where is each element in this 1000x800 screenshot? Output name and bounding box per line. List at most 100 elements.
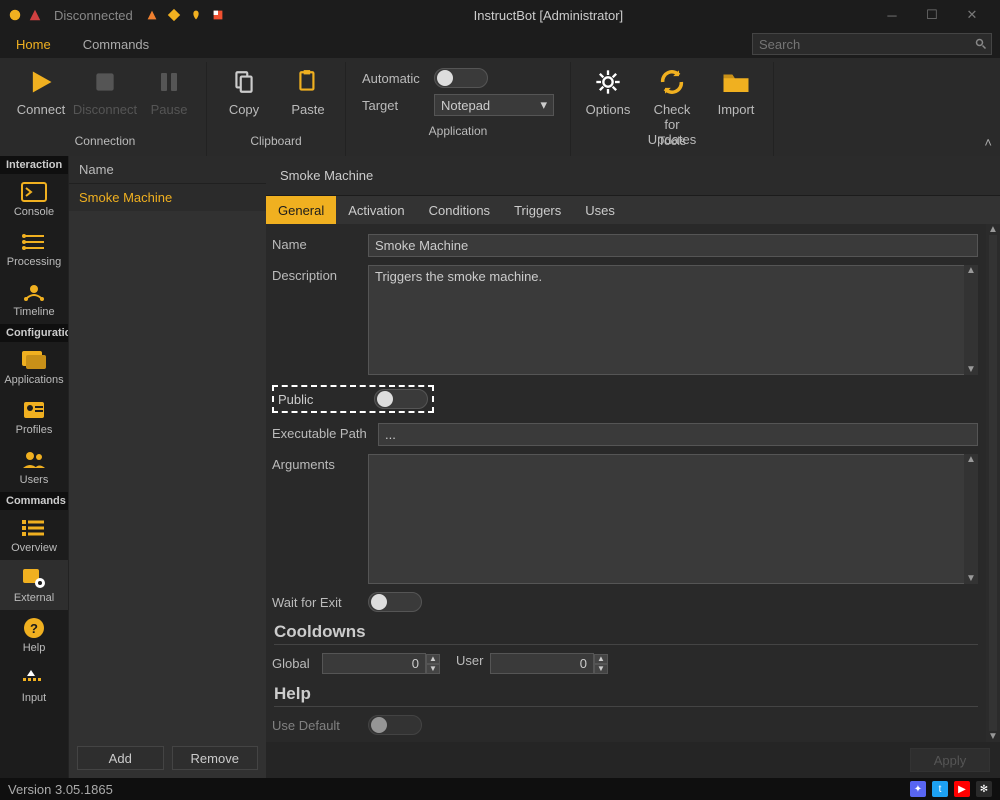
ribbon-group-connection: Connect Disconnect Pause Connection <box>4 62 207 156</box>
sidebar-section-commands: Commands <box>0 492 68 510</box>
description-scrollbar[interactable]: ▲▼ <box>964 265 978 375</box>
spin-up[interactable]: ▲ <box>426 654 440 664</box>
connect-button[interactable]: Connect <box>16 62 66 117</box>
svg-text:?: ? <box>30 621 38 636</box>
use-default-toggle[interactable] <box>368 715 422 735</box>
spin-up[interactable]: ▲ <box>594 654 608 664</box>
detail-tabs: General Activation Conditions Triggers U… <box>266 196 1000 224</box>
help-header: Help <box>274 684 978 707</box>
folder-icon <box>720 66 752 98</box>
sidebar-item-console[interactable]: Console <box>0 174 68 224</box>
tab-uses[interactable]: Uses <box>573 196 627 224</box>
toolbar-icon-2[interactable] <box>167 8 181 22</box>
version-label: Version 3.05.1865 <box>8 782 113 797</box>
user-label: User <box>450 653 480 668</box>
import-button[interactable]: Import <box>711 62 761 117</box>
sidebar: Interaction Console Processing Timeline … <box>0 156 68 778</box>
paste-button[interactable]: Paste <box>283 62 333 117</box>
ribbon: Connect Disconnect Pause Connection Copy… <box>0 58 1000 156</box>
sidebar-item-profiles[interactable]: Profiles <box>0 392 68 442</box>
wait-label: Wait for Exit <box>272 592 358 610</box>
name-label: Name <box>272 234 358 252</box>
toolbar-icon-4[interactable] <box>211 8 225 22</box>
app-icon <box>8 8 22 22</box>
tab-general[interactable]: General <box>266 196 336 224</box>
profile-icon <box>20 398 48 422</box>
sidebar-item-processing[interactable]: Processing <box>0 224 68 274</box>
arguments-label: Arguments <box>272 454 358 472</box>
misc-icon[interactable]: ✻ <box>976 781 992 797</box>
refresh-icon <box>656 66 688 98</box>
paste-icon <box>292 66 324 98</box>
global-input[interactable]: ▲▼ <box>322 653 440 674</box>
remove-button[interactable]: Remove <box>172 746 259 770</box>
form-scrollbar[interactable]: ▲▼ <box>986 224 1000 742</box>
user-input[interactable]: ▲▼ <box>490 653 608 674</box>
automatic-label: Automatic <box>362 71 424 86</box>
sidebar-section-interaction: Interaction <box>0 156 68 174</box>
name-input[interactable] <box>368 234 978 257</box>
sidebar-item-users[interactable]: Users <box>0 442 68 492</box>
wait-toggle[interactable] <box>368 592 422 612</box>
tab-triggers[interactable]: Triggers <box>502 196 573 224</box>
ribbon-group-application: Automatic Target Notepad ▾ Application <box>346 62 571 156</box>
copy-button[interactable]: Copy <box>219 62 269 117</box>
overview-icon <box>20 516 48 540</box>
sidebar-section-configuration: Configuration <box>0 324 68 342</box>
toolbar-icon-3[interactable] <box>189 8 203 22</box>
options-button[interactable]: Options <box>583 62 633 117</box>
sidebar-item-help[interactable]: ?Help <box>0 610 68 660</box>
detail-title: Smoke Machine <box>266 156 1000 196</box>
exec-input[interactable] <box>378 423 978 446</box>
play-icon <box>25 66 57 98</box>
minimize-button[interactable]: ─ <box>872 0 912 30</box>
public-label: Public <box>278 392 364 407</box>
list-header: Name <box>69 156 266 184</box>
sidebar-item-overview[interactable]: Overview <box>0 510 68 560</box>
help-icon: ? <box>20 616 48 640</box>
status-icon <box>28 8 42 22</box>
search-input[interactable] <box>753 37 971 52</box>
search-box[interactable] <box>752 33 992 55</box>
youtube-icon[interactable]: ▶ <box>954 781 970 797</box>
disconnect-button: Disconnect <box>80 62 130 117</box>
sidebar-item-applications[interactable]: Applications <box>0 342 68 392</box>
ribbon-collapse-button[interactable]: ˄ <box>984 135 992 150</box>
pause-icon <box>153 66 185 98</box>
tab-conditions[interactable]: Conditions <box>417 196 502 224</box>
add-button[interactable]: Add <box>77 746 164 770</box>
description-input[interactable] <box>368 265 978 375</box>
apply-button[interactable]: Apply <box>910 748 990 772</box>
tab-activation[interactable]: Activation <box>336 196 416 224</box>
list-icon <box>20 230 48 254</box>
toolbar-icon-1[interactable] <box>145 8 159 22</box>
copy-icon <box>228 66 260 98</box>
close-button[interactable]: ✕ <box>952 0 992 30</box>
tab-commands[interactable]: Commands <box>75 33 157 56</box>
discord-icon[interactable]: ✦ <box>910 781 926 797</box>
item-list-panel: Name Smoke Machine Add Remove <box>68 156 266 778</box>
global-label: Global <box>272 653 312 671</box>
detail-panel: Smoke Machine General Activation Conditi… <box>266 156 1000 778</box>
users-icon <box>20 448 48 472</box>
arguments-input[interactable] <box>368 454 978 584</box>
sidebar-item-external[interactable]: External <box>0 560 68 610</box>
spin-down[interactable]: ▼ <box>426 664 440 674</box>
titlebar: Disconnected InstructBot [Administrator]… <box>0 0 1000 30</box>
list-item[interactable]: Smoke Machine <box>69 184 266 211</box>
pause-button: Pause <box>144 62 194 117</box>
keyboard-icon <box>20 666 48 690</box>
target-combo[interactable]: Notepad ▾ <box>434 94 554 116</box>
tab-home[interactable]: Home <box>8 33 59 56</box>
public-toggle[interactable] <box>374 389 428 409</box>
twitter-icon[interactable]: t <box>932 781 948 797</box>
sidebar-item-input[interactable]: Input <box>0 660 68 710</box>
automatic-toggle[interactable] <box>434 68 488 88</box>
menu-tabs: Home Commands <box>0 30 1000 58</box>
arguments-scrollbar[interactable]: ▲▼ <box>964 454 978 584</box>
maximize-button[interactable]: ☐ <box>912 0 952 30</box>
console-icon <box>20 180 48 204</box>
spin-down[interactable]: ▼ <box>594 664 608 674</box>
sidebar-item-timeline[interactable]: Timeline <box>0 274 68 324</box>
gear-icon <box>592 66 624 98</box>
